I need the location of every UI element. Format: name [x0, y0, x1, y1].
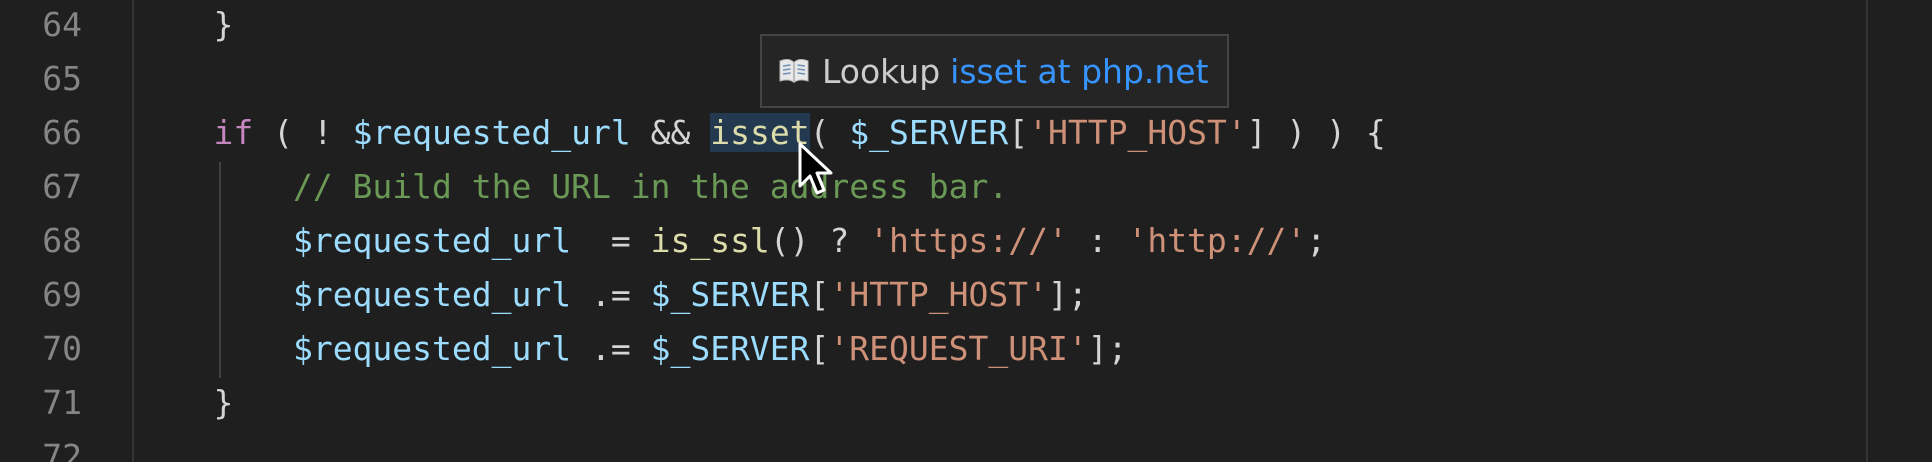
code-token: ];	[1087, 329, 1128, 368]
code-editor[interactable]: 64 65 66 67 68 69 70 71 72 } if ( ! $requested_u…	[0, 0, 1932, 462]
code-token: [	[809, 329, 830, 368]
code-token: =	[571, 221, 651, 260]
mouse-cursor-icon	[797, 142, 837, 198]
code-token: .=	[571, 275, 651, 314]
code-line[interactable]: $requested_url = is_ssl() ? 'https://' :…	[134, 214, 1326, 268]
code-token: $requested_url	[292, 275, 572, 314]
code-token: .=	[571, 329, 651, 368]
code-token: 'REQUEST_URI'	[829, 329, 1088, 368]
code-token: 'HTTP_HOST'	[1028, 113, 1247, 152]
code-token: 'http://'	[1127, 221, 1307, 260]
code-line[interactable]: if ( ! $requested_url && isset( $_SERVER…	[134, 106, 1386, 160]
hover-tooltip: Lookup isset at php.net	[760, 34, 1229, 108]
code-token: &&	[630, 113, 711, 152]
code-token: 'HTTP_HOST'	[829, 275, 1048, 314]
php-docs-link[interactable]: isset at php.net	[950, 52, 1208, 91]
line-number: 72	[42, 437, 82, 462]
code-token: ];	[1047, 275, 1088, 314]
code-token: $_SERVER	[650, 275, 810, 314]
hover-prefix: Lookup	[822, 51, 941, 91]
line-number: 71	[42, 383, 82, 422]
code-line[interactable]: }	[134, 376, 233, 430]
line-number: 66	[42, 113, 82, 152]
code-token: ] ) ) {	[1246, 113, 1386, 152]
code-token: }	[134, 383, 234, 422]
line-number: 64	[42, 5, 82, 44]
code-token: () ?	[769, 221, 870, 260]
code-token: ;	[1306, 221, 1327, 260]
code-token: [	[809, 275, 830, 314]
code-token: $_SERVER	[650, 329, 810, 368]
line-number: 67	[42, 167, 82, 206]
code-token: if	[213, 113, 254, 152]
code-token: }	[134, 5, 234, 44]
hovered-token: isset	[710, 113, 810, 152]
code-token: // Build the URL in the address bar.	[292, 167, 1009, 206]
code-line[interactable]: $requested_url .= $_SERVER['HTTP_HOST'];	[134, 268, 1088, 322]
code-token: :	[1067, 221, 1128, 260]
book-icon	[778, 58, 810, 84]
code-token: [	[1008, 113, 1029, 152]
code-token: ( !	[253, 113, 353, 152]
code-line[interactable]: $requested_url .= $_SERVER['REQUEST_URI'…	[134, 322, 1128, 376]
line-number: 65	[42, 59, 82, 98]
code-token: $requested_url	[292, 329, 572, 368]
code-line[interactable]: // Build the URL in the address bar.	[134, 160, 1008, 214]
code-token: is_ssl	[650, 221, 770, 260]
code-token: $_SERVER	[849, 113, 1009, 152]
code-token: $requested_url	[352, 113, 631, 152]
code-line[interactable]: }	[134, 0, 233, 52]
line-number-gutter: 64 65 66 67 68 69 70 71 72	[0, 0, 134, 462]
line-number: 68	[42, 221, 82, 260]
line-number: 70	[42, 329, 82, 368]
line-number: 69	[42, 275, 82, 314]
code-token: $requested_url	[292, 221, 572, 260]
minimap-border	[1866, 0, 1868, 462]
code-token: 'https://'	[869, 221, 1068, 260]
